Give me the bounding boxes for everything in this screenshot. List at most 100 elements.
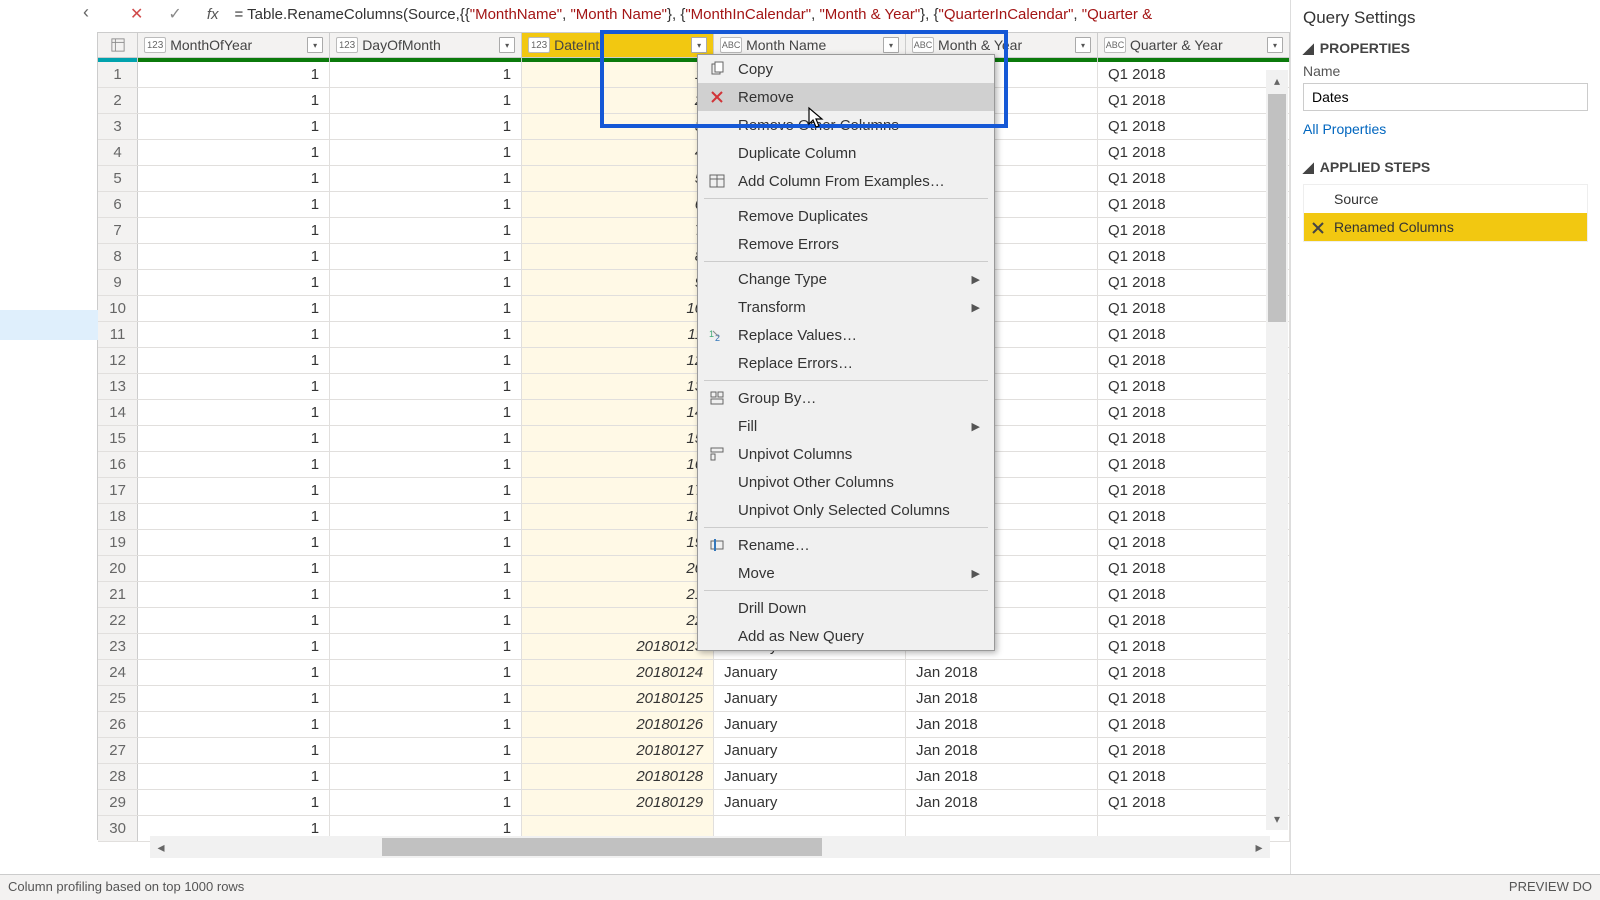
row-number[interactable]: 3 — [98, 114, 138, 139]
table-row[interactable]: 4114Jan 2018Q1 2018 — [98, 140, 1290, 166]
row-number[interactable]: 8 — [98, 244, 138, 269]
column-header-dayofmonth[interactable]: DayOfMonth — [330, 33, 522, 57]
table-row[interactable]: 201120Jan 2018Q1 2018 — [98, 556, 1290, 582]
scroll-up-icon[interactable]: ▴ — [1266, 70, 1288, 92]
menu-duplicate-column[interactable]: Duplicate Column — [698, 139, 994, 167]
row-number[interactable]: 14 — [98, 400, 138, 425]
column-filter-icon[interactable] — [883, 37, 899, 53]
row-number[interactable]: 23 — [98, 634, 138, 659]
applied-steps-header[interactable]: ◢APPLIED STEPS — [1303, 159, 1588, 176]
column-filter-icon[interactable] — [307, 37, 323, 53]
menu-add-column-from-examples[interactable]: Add Column From Examples… — [698, 167, 994, 195]
menu-unpivot-only-selected-columns[interactable]: Unpivot Only Selected Columns — [698, 496, 994, 524]
row-number[interactable]: 28 — [98, 764, 138, 789]
row-number[interactable]: 22 — [98, 608, 138, 633]
table-row[interactable]: 121112Jan 2018Q1 2018 — [98, 348, 1290, 374]
table-row[interactable]: 241120180124JanuaryJan 2018Q1 2018 — [98, 660, 1290, 686]
scroll-thumb[interactable] — [382, 838, 822, 856]
table-row[interactable]: 181118Jan 2018Q1 2018 — [98, 504, 1290, 530]
menu-unpivot-other-columns[interactable]: Unpivot Other Columns — [698, 468, 994, 496]
table-row[interactable]: 231120180123JanuaryJan 2018Q1 2018 — [98, 634, 1290, 660]
step-renamed-columns[interactable]: Renamed Columns — [1304, 213, 1587, 241]
scroll-down-icon[interactable]: ▾ — [1266, 808, 1288, 830]
table-row[interactable]: 5115Jan 2018Q1 2018 — [98, 166, 1290, 192]
table-row[interactable]: 9119Jan 2018Q1 2018 — [98, 270, 1290, 296]
scroll-left-icon[interactable]: ◂ — [150, 839, 172, 856]
column-filter-icon[interactable] — [1075, 37, 1091, 53]
row-number[interactable]: 20 — [98, 556, 138, 581]
column-header-monthofyear[interactable]: MonthOfYear — [138, 33, 330, 57]
row-number[interactable]: 25 — [98, 686, 138, 711]
table-row[interactable]: 161116Jan 2018Q1 2018 — [98, 452, 1290, 478]
column-filter-icon[interactable] — [499, 37, 515, 53]
number-type-icon[interactable] — [144, 37, 166, 53]
row-number[interactable]: 13 — [98, 374, 138, 399]
table-row[interactable]: 251120180125JanuaryJan 2018Q1 2018 — [98, 686, 1290, 712]
row-number[interactable]: 15 — [98, 426, 138, 451]
table-row[interactable]: 6116Jan 2018Q1 2018 — [98, 192, 1290, 218]
menu-rename[interactable]: Rename… — [698, 531, 994, 559]
table-row[interactable]: 261120180126JanuaryJan 2018Q1 2018 — [98, 712, 1290, 738]
row-number[interactable]: 21 — [98, 582, 138, 607]
menu-drill-down[interactable]: Drill Down — [698, 594, 994, 622]
menu-move[interactable]: Move▶ — [698, 559, 994, 587]
table-row[interactable]: 151115Jan 2018Q1 2018 — [98, 426, 1290, 452]
row-number[interactable]: 1 — [98, 62, 138, 87]
row-number[interactable]: 9 — [98, 270, 138, 295]
text-type-icon[interactable] — [720, 37, 742, 53]
table-row[interactable]: 101110Jan 2018Q1 2018 — [98, 296, 1290, 322]
text-type-icon[interactable] — [912, 37, 934, 53]
table-row[interactable]: 291120180129JanuaryJan 2018Q1 2018 — [98, 790, 1290, 816]
number-type-icon[interactable] — [528, 37, 550, 53]
column-filter-icon[interactable] — [691, 37, 707, 53]
table-row[interactable]: 141114Jan 2018Q1 2018 — [98, 400, 1290, 426]
table-row[interactable]: 221122Jan 2018Q1 2018 — [98, 608, 1290, 634]
menu-remove[interactable]: Remove — [698, 83, 994, 111]
menu-unpivot-columns[interactable]: Unpivot Columns — [698, 440, 994, 468]
row-number[interactable]: 17 — [98, 478, 138, 503]
row-number[interactable]: 24 — [98, 660, 138, 685]
table-options-icon[interactable] — [98, 33, 138, 57]
menu-change-type[interactable]: Change Type▶ — [698, 265, 994, 293]
row-number[interactable]: 19 — [98, 530, 138, 555]
menu-remove-duplicates[interactable]: Remove Duplicates — [698, 202, 994, 230]
menu-fill[interactable]: Fill▶ — [698, 412, 994, 440]
properties-header[interactable]: ◢PROPERTIES — [1303, 40, 1588, 57]
row-number[interactable]: 26 — [98, 712, 138, 737]
row-number[interactable]: 16 — [98, 452, 138, 477]
table-row[interactable]: 3113Jan 2018Q1 2018 — [98, 114, 1290, 140]
menu-copy[interactable]: Copy — [698, 55, 994, 83]
row-number[interactable]: 11 — [98, 322, 138, 347]
row-number[interactable]: 18 — [98, 504, 138, 529]
query-name-input[interactable] — [1303, 83, 1588, 111]
table-row[interactable]: 2112Jan 2018Q1 2018 — [98, 88, 1290, 114]
step-source[interactable]: Source — [1304, 185, 1587, 213]
table-row[interactable]: 211121Jan 2018Q1 2018 — [98, 582, 1290, 608]
row-number[interactable]: 30 — [98, 816, 138, 841]
row-number[interactable]: 29 — [98, 790, 138, 815]
table-row[interactable]: 281120180128JanuaryJan 2018Q1 2018 — [98, 764, 1290, 790]
formula-cancel-icon[interactable]: ✕ — [130, 4, 143, 24]
scroll-thumb[interactable] — [1268, 94, 1286, 322]
table-row[interactable]: 191119Jan 2018Q1 2018 — [98, 530, 1290, 556]
all-properties-link[interactable]: All Properties — [1303, 121, 1588, 137]
table-row[interactable]: 171117Jan 2018Q1 2018 — [98, 478, 1290, 504]
column-header-quarter-year[interactable]: Quarter & Year — [1098, 33, 1290, 57]
vertical-scrollbar[interactable]: ▴ ▾ — [1266, 70, 1288, 830]
menu-replace-values[interactable]: 12Replace Values… — [698, 321, 994, 349]
text-type-icon[interactable] — [1104, 37, 1126, 53]
menu-remove-errors[interactable]: Remove Errors — [698, 230, 994, 258]
row-number[interactable]: 7 — [98, 218, 138, 243]
row-number[interactable]: 4 — [98, 140, 138, 165]
row-number[interactable]: 27 — [98, 738, 138, 763]
table-row[interactable]: 111111Jan 2018Q1 2018 — [98, 322, 1290, 348]
column-filter-icon[interactable] — [1267, 37, 1283, 53]
row-number[interactable]: 6 — [98, 192, 138, 217]
table-row[interactable]: 271120180127JanuaryJan 2018Q1 2018 — [98, 738, 1290, 764]
row-number[interactable]: 10 — [98, 296, 138, 321]
table-row[interactable]: 8118Jan 2018Q1 2018 — [98, 244, 1290, 270]
table-row[interactable]: 7117Jan 2018Q1 2018 — [98, 218, 1290, 244]
row-number[interactable]: 12 — [98, 348, 138, 373]
menu-remove-other-columns[interactable]: Remove Other Columns — [698, 111, 994, 139]
menu-replace-errors[interactable]: Replace Errors… — [698, 349, 994, 377]
